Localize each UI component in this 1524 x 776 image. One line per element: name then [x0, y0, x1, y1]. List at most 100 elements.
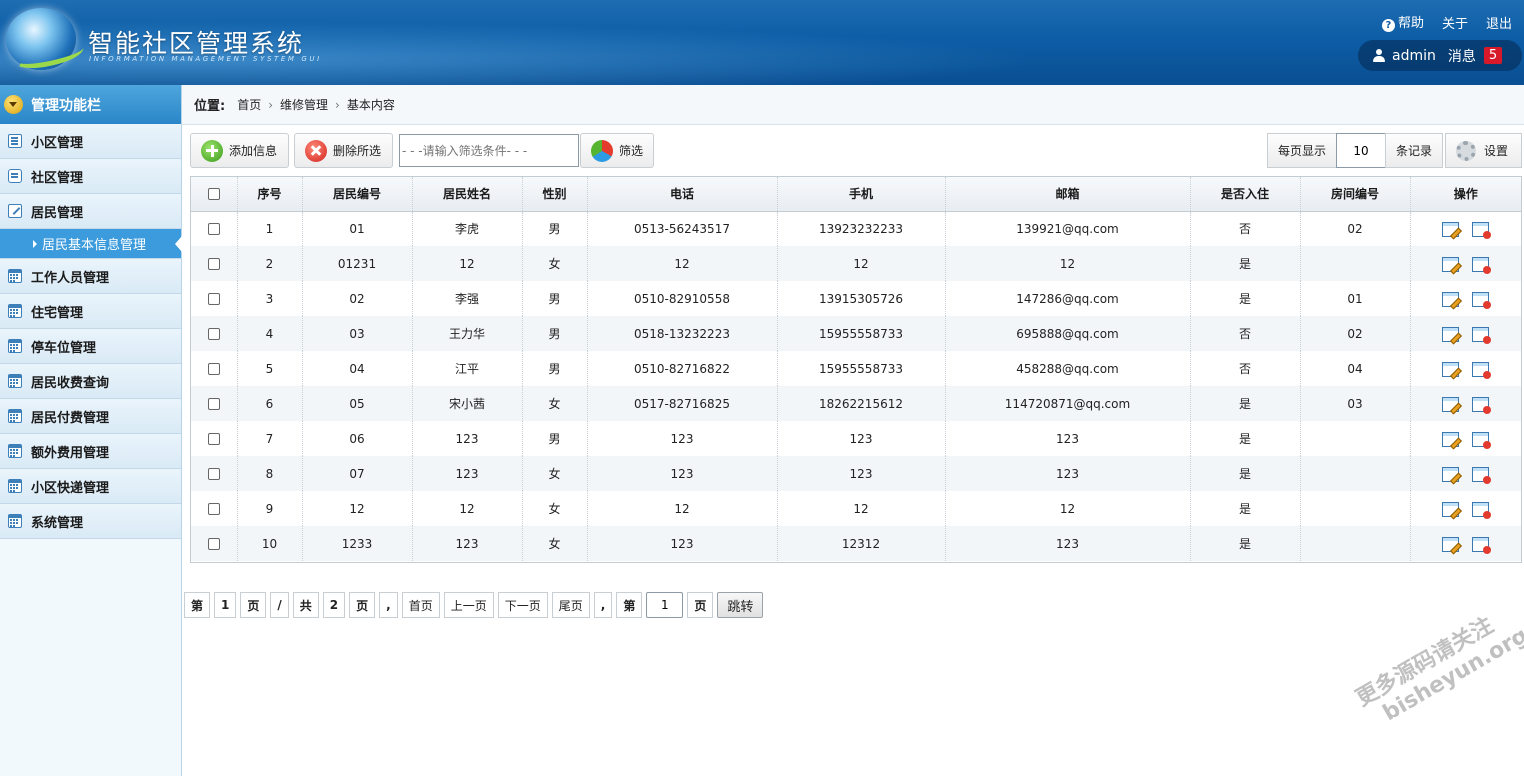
- row-checkbox[interactable]: [207, 293, 220, 305]
- row-checkbox[interactable]: [207, 503, 220, 515]
- app-header: 智能社区管理系统 INFORMATION MANAGEMENT SYSTEM G…: [0, 0, 1524, 85]
- sidebar-item-parking[interactable]: 停车位管理: [0, 329, 181, 364]
- next-page-button[interactable]: 下一页: [497, 592, 548, 618]
- row-checkbox[interactable]: [207, 433, 220, 445]
- table-row: 8 07 123 女 123 123 123 是: [191, 456, 1521, 491]
- edit-icon[interactable]: [1442, 466, 1460, 482]
- jump-button[interactable]: 跳转: [717, 592, 764, 618]
- sidebar-item-extra-fees[interactable]: 额外费用管理: [0, 434, 181, 469]
- edit-icon[interactable]: [1442, 291, 1460, 307]
- delete-row-icon[interactable]: [1472, 431, 1492, 449]
- row-checkbox[interactable]: [207, 468, 220, 480]
- edit-icon[interactable]: [1442, 396, 1460, 412]
- main-content: 位置: 首页 › 维修管理 › 基本内容 添加信息 删除所选 筛选 每页显示 条…: [182, 85, 1524, 776]
- sidebar-item-label: 居民付费管理: [31, 410, 110, 426]
- user-icon: [1372, 48, 1386, 63]
- delete-row-icon[interactable]: [1472, 291, 1492, 309]
- sidebar-item-staff[interactable]: 工作人员管理: [0, 259, 181, 294]
- sidebar-item-community[interactable]: 小区管理: [0, 124, 181, 159]
- filter-input[interactable]: [399, 134, 579, 167]
- message-link[interactable]: 消息: [1448, 46, 1476, 66]
- table-cell: 女: [522, 386, 588, 421]
- row-checkbox[interactable]: [207, 258, 220, 270]
- table-cell: 是: [1190, 246, 1301, 281]
- logout-link[interactable]: 退出: [1486, 13, 1512, 32]
- edit-icon[interactable]: [1442, 221, 1460, 237]
- table-row: 10 1233 123 女 123 12312 123 是: [191, 526, 1521, 561]
- row-actions-group: [1411, 501, 1522, 519]
- sidebar-item-payment[interactable]: 居民付费管理: [0, 399, 181, 434]
- first-page-button[interactable]: 首页: [401, 592, 440, 618]
- delete-selected-button[interactable]: 删除所选: [294, 133, 393, 168]
- table-cell: 2: [237, 246, 303, 281]
- column-header[interactable]: 电话: [587, 177, 778, 212]
- table-cell: 139921@qq.com: [945, 211, 1191, 246]
- delete-row-icon[interactable]: [1472, 536, 1492, 554]
- table-cell: 12: [945, 491, 1191, 526]
- row-checkbox[interactable]: [207, 223, 220, 236]
- select-all-checkbox[interactable]: [207, 188, 220, 201]
- table-cell: 123: [587, 421, 778, 456]
- add-button[interactable]: 添加信息: [190, 133, 289, 168]
- table-cell: 10: [237, 526, 303, 561]
- table-cell: 是: [1190, 526, 1301, 561]
- row-actions-group: [1411, 466, 1522, 484]
- sidebar-subitem-resident-info[interactable]: 居民基本信息管理: [0, 229, 182, 259]
- row-checkbox[interactable]: [207, 538, 220, 550]
- column-header[interactable]: 是否入住: [1190, 177, 1301, 212]
- column-header[interactable]: 邮箱: [945, 177, 1191, 212]
- delete-row-icon[interactable]: [1472, 256, 1492, 274]
- sidebar-item-housing[interactable]: 住宅管理: [0, 294, 181, 329]
- edit-icon[interactable]: [1442, 501, 1460, 517]
- column-header[interactable]: 手机: [777, 177, 946, 212]
- sidebar-item-fee-query[interactable]: 居民收费查询: [0, 364, 181, 399]
- row-checkbox[interactable]: [207, 328, 220, 340]
- breadcrumb-label: 位置:: [194, 99, 226, 114]
- delete-row-icon[interactable]: [1472, 361, 1492, 379]
- row-actions: [1410, 316, 1521, 351]
- sidebar-item-delivery[interactable]: 小区快递管理: [0, 469, 181, 504]
- table-cell: 123: [945, 526, 1191, 561]
- breadcrumb-home[interactable]: 首页: [237, 96, 261, 113]
- column-header[interactable]: 序号: [237, 177, 303, 212]
- column-header[interactable]: 性别: [522, 177, 588, 212]
- table-row: 2 01231 12 女 12 12 12 是: [191, 246, 1521, 281]
- delete-row-icon[interactable]: [1472, 466, 1492, 484]
- edit-icon[interactable]: [1442, 326, 1460, 342]
- row-checkbox[interactable]: [207, 398, 220, 410]
- per-page-input[interactable]: [1335, 133, 1386, 168]
- row-actions: [1410, 386, 1521, 421]
- residents-table: 序号 居民编号 居民姓名 性别 电话 手机 邮箱 是否入住 房间编号 操作 10…: [190, 176, 1522, 563]
- edit-icon[interactable]: [1442, 256, 1460, 272]
- row-checkbox[interactable]: [207, 363, 220, 375]
- settings-button[interactable]: 设置: [1445, 133, 1522, 168]
- pager-text: 第: [184, 592, 211, 618]
- prev-page-button[interactable]: 上一页: [443, 592, 494, 618]
- column-header[interactable]: 居民编号: [302, 177, 413, 212]
- column-header[interactable]: 房间编号: [1300, 177, 1411, 212]
- about-link[interactable]: 关于: [1442, 13, 1468, 32]
- column-header[interactable]: 居民姓名: [412, 177, 523, 212]
- edit-icon[interactable]: [1442, 536, 1460, 552]
- sidebar-item-district[interactable]: 社区管理: [0, 159, 181, 194]
- edit-icon[interactable]: [1442, 431, 1460, 447]
- row-actions: [1410, 421, 1521, 456]
- sidebar-item-label: 小区管理: [31, 135, 84, 151]
- message-count-badge[interactable]: 5: [1483, 47, 1503, 64]
- sidebar-item-system[interactable]: 系统管理: [0, 504, 181, 539]
- delete-row-icon[interactable]: [1472, 396, 1492, 414]
- sidebar-item-residents[interactable]: 居民管理: [0, 194, 181, 229]
- username[interactable]: admin: [1392, 48, 1436, 64]
- jump-page-input[interactable]: [646, 592, 684, 618]
- delete-row-icon[interactable]: [1472, 221, 1492, 239]
- delete-row-icon[interactable]: [1472, 501, 1492, 519]
- top-links: ? 帮助 关于 退出: [1381, 12, 1512, 32]
- table-cell: 458288@qq.com: [945, 351, 1191, 386]
- filter-button[interactable]: 筛选: [580, 133, 654, 168]
- table-cell: 02: [1300, 211, 1411, 246]
- edit-icon[interactable]: [1442, 361, 1460, 377]
- help-link[interactable]: ? 帮助: [1381, 12, 1424, 32]
- breadcrumb-maintenance[interactable]: 维修管理: [280, 96, 328, 113]
- last-page-button[interactable]: 尾页: [551, 592, 590, 618]
- delete-row-icon[interactable]: [1472, 326, 1492, 344]
